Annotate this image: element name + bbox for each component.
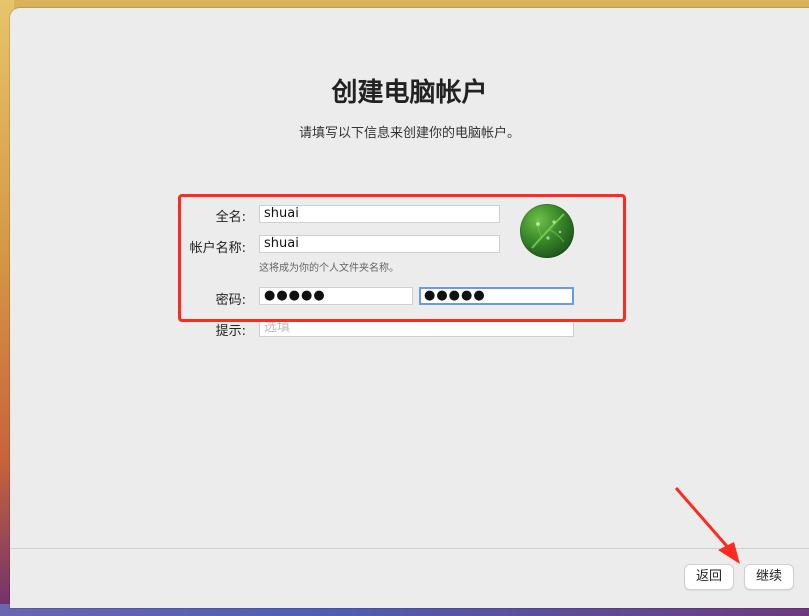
hint-label: 提示: — [215, 324, 246, 339]
page-subtitle: 请填写以下信息来创建你的电脑帐户。 — [298, 126, 520, 141]
highlight-box-annotation — [178, 194, 626, 322]
setup-window: 创建电脑帐户 请填写以下信息来创建你的电脑帐户。 全名: shuai 帐户名称:… — [10, 8, 809, 608]
page-title: 创建电脑帐户 — [331, 78, 488, 108]
red-arrow-annotation-icon — [674, 487, 740, 564]
password-hint-placeholder: 选填 — [264, 320, 291, 335]
continue-button[interactable]: 继续 — [744, 564, 794, 590]
